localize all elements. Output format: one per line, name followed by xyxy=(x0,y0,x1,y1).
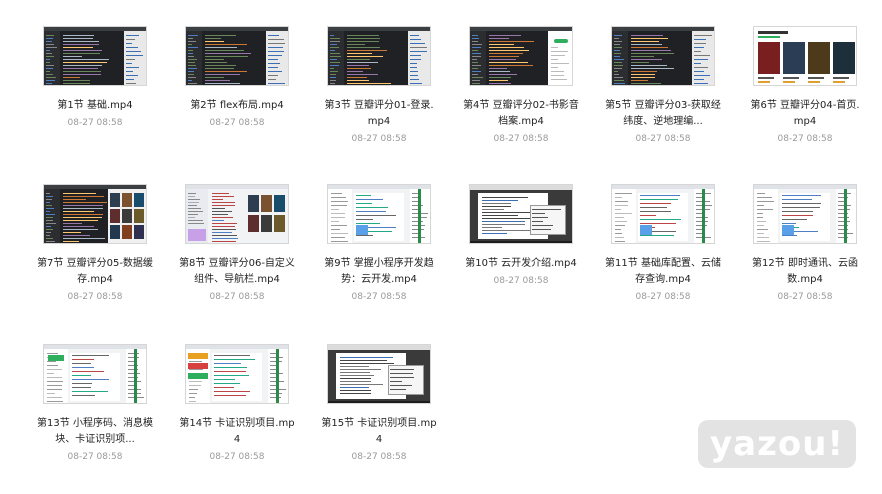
video-file-item[interactable]: 第4节 豆瓣评分02-书影音档案.mp4 08-27 08:58 xyxy=(455,26,587,145)
video-thumbnail[interactable] xyxy=(185,184,289,244)
watermark-text: yazou! xyxy=(710,424,844,464)
file-date: 08-27 08:58 xyxy=(67,452,123,462)
video-thumbnail[interactable] xyxy=(469,26,573,86)
file-name[interactable]: 第15节 卡证识别项目.mp4 xyxy=(320,416,438,448)
video-thumbnail[interactable] xyxy=(43,26,147,86)
video-file-item[interactable]: 第11节 基础库配置、云储存查询.mp4 08-27 08:58 xyxy=(597,184,729,303)
video-thumbnail[interactable] xyxy=(753,184,857,244)
file-name[interactable]: 第13节 小程序码、消息模块、卡证识别项... xyxy=(36,416,154,448)
file-date: 08-27 08:58 xyxy=(351,292,407,302)
video-thumbnail[interactable] xyxy=(327,344,431,404)
file-date: 08-27 08:58 xyxy=(209,292,265,302)
video-file-item[interactable]: 第8节 豆瓣评分06-自定义组件、导航栏.mp4 08-27 08:58 xyxy=(171,184,303,303)
file-name[interactable]: 第4节 豆瓣评分02-书影音档案.mp4 xyxy=(462,98,580,130)
video-thumbnail[interactable] xyxy=(185,26,289,86)
video-file-item[interactable]: 第5节 豆瓣评分03-获取经纬度、逆地理编... 08-27 08:58 xyxy=(597,26,729,145)
file-name[interactable]: 第8节 豆瓣评分06-自定义组件、导航栏.mp4 xyxy=(178,256,296,288)
file-name[interactable]: 第11节 基础库配置、云储存查询.mp4 xyxy=(604,256,722,288)
file-name[interactable]: 第14节 卡证识别项目.mp4 xyxy=(178,416,296,448)
video-file-item[interactable]: 第14节 卡证识别项目.mp4 08-27 08:58 xyxy=(171,344,303,463)
video-file-item[interactable]: 第10节 云开发介绍.mp4 08-27 08:58 xyxy=(455,184,587,287)
video-thumbnail[interactable] xyxy=(753,26,857,86)
video-thumbnail[interactable] xyxy=(611,26,715,86)
watermark-logo: yazou! xyxy=(698,420,856,468)
file-name[interactable]: 第5节 豆瓣评分03-获取经纬度、逆地理编... xyxy=(604,98,722,130)
file-date: 08-27 08:58 xyxy=(209,452,265,462)
video-file-item[interactable]: 第13节 小程序码、消息模块、卡证识别项... 08-27 08:58 xyxy=(29,344,161,463)
video-file-item[interactable]: 第9节 掌握小程序开发趋势：云开发.mp4 08-27 08:58 xyxy=(313,184,445,303)
video-file-item[interactable]: 第3节 豆瓣评分01-登录.mp4 08-27 08:58 xyxy=(313,26,445,145)
video-file-item[interactable]: 第7节 豆瓣评分05-数据缓存.mp4 08-27 08:58 xyxy=(29,184,161,303)
video-file-item[interactable]: 第1节 基础.mp4 08-27 08:58 xyxy=(29,26,161,129)
video-thumbnail[interactable] xyxy=(327,184,431,244)
file-name[interactable]: 第12节 即时通讯、云函数.mp4 xyxy=(746,256,864,288)
file-date: 08-27 08:58 xyxy=(351,134,407,144)
video-file-item[interactable]: 第2节 flex布局.mp4 08-27 08:58 xyxy=(171,26,303,129)
file-date: 08-27 08:58 xyxy=(351,452,407,462)
file-date: 08-27 08:58 xyxy=(67,292,123,302)
file-date: 08-27 08:58 xyxy=(67,118,123,128)
file-name[interactable]: 第3节 豆瓣评分01-登录.mp4 xyxy=(320,98,438,130)
video-thumbnail[interactable] xyxy=(185,344,289,404)
file-name[interactable]: 第1节 基础.mp4 xyxy=(36,98,154,114)
video-file-item[interactable]: 第15节 卡证识别项目.mp4 08-27 08:58 xyxy=(313,344,445,463)
file-name[interactable]: 第6节 豆瓣评分04-首页.mp4 xyxy=(746,98,864,130)
video-thumbnail[interactable] xyxy=(327,26,431,86)
file-date: 08-27 08:58 xyxy=(493,276,549,286)
file-date: 08-27 08:58 xyxy=(777,134,833,144)
file-name[interactable]: 第2节 flex布局.mp4 xyxy=(178,98,296,114)
file-name[interactable]: 第9节 掌握小程序开发趋势：云开发.mp4 xyxy=(320,256,438,288)
file-date: 08-27 08:58 xyxy=(209,118,265,128)
file-name[interactable]: 第7节 豆瓣评分05-数据缓存.mp4 xyxy=(36,256,154,288)
video-thumbnail[interactable] xyxy=(469,184,573,244)
file-date: 08-27 08:58 xyxy=(635,292,691,302)
video-file-item[interactable]: 第12节 即时通讯、云函数.mp4 08-27 08:58 xyxy=(739,184,871,303)
video-file-item[interactable]: 第6节 豆瓣评分04-首页.mp4 08-27 08:58 xyxy=(739,26,871,145)
video-thumbnail[interactable] xyxy=(43,344,147,404)
file-name[interactable]: 第10节 云开发介绍.mp4 xyxy=(462,256,580,272)
file-date: 08-27 08:58 xyxy=(493,134,549,144)
file-date: 08-27 08:58 xyxy=(777,292,833,302)
file-date: 08-27 08:58 xyxy=(635,134,691,144)
video-thumbnail[interactable] xyxy=(611,184,715,244)
video-thumbnail[interactable] xyxy=(43,184,147,244)
